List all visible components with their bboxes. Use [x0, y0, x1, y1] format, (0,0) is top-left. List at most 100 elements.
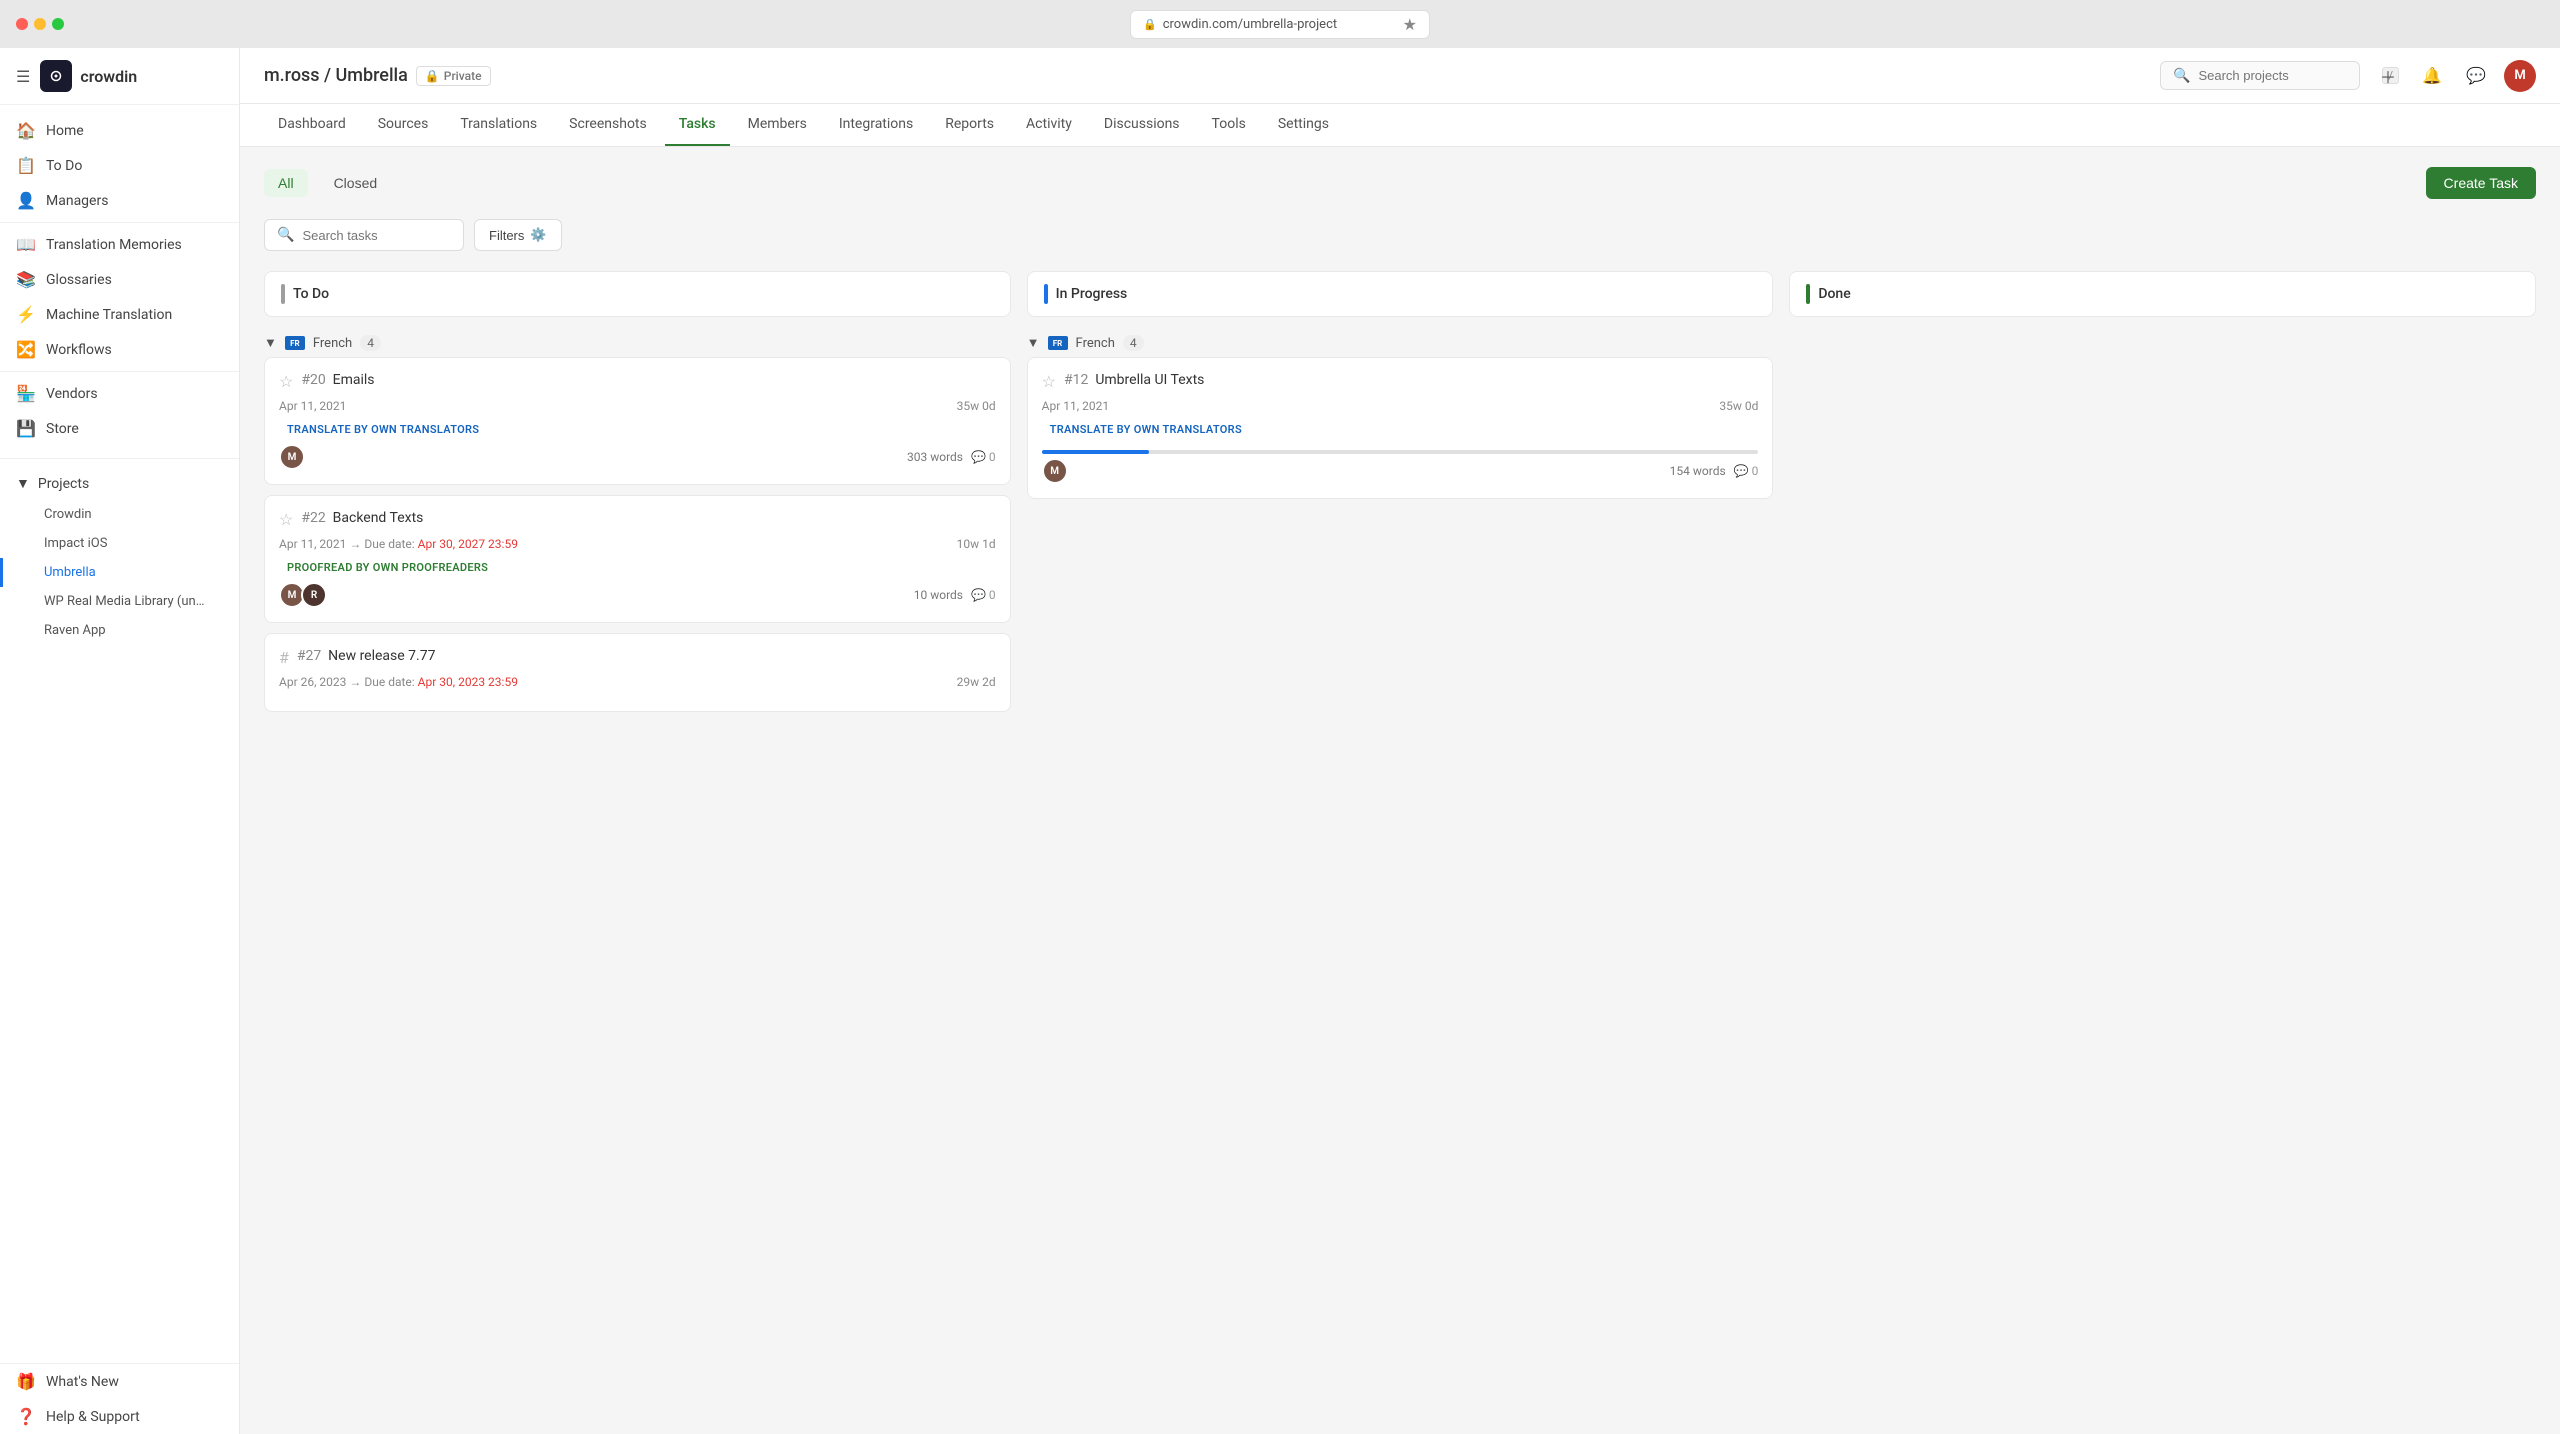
- task-27-num: #27: [297, 648, 321, 664]
- sidebar-item-store[interactable]: 💾 Store: [0, 411, 239, 446]
- workflows-icon: 🔀: [16, 340, 36, 359]
- task-12-header: ☆ #12 Umbrella UI Texts: [1042, 372, 1759, 391]
- task-12-star[interactable]: ☆: [1042, 372, 1056, 391]
- hamburger-menu[interactable]: ☰: [16, 67, 30, 86]
- tab-sources[interactable]: Sources: [364, 104, 443, 146]
- help-icon: ❓: [16, 1407, 36, 1426]
- tab-translations[interactable]: Translations: [446, 104, 551, 146]
- task-20-comments: 💬 0: [971, 450, 996, 464]
- sidebar-item-translation-memories[interactable]: 📖 Translation Memories: [0, 227, 239, 262]
- task-20-date: Apr 11, 2021: [279, 399, 346, 413]
- tasks-search-bar[interactable]: 🔍: [264, 219, 464, 251]
- assignee-avatar: M: [279, 444, 305, 470]
- sidebar-label-vendors: Vendors: [46, 386, 98, 402]
- tab-integrations[interactable]: Integrations: [825, 104, 927, 146]
- task-22-due-date: Apr 30, 2027 23:59: [418, 537, 518, 551]
- tab-discussions[interactable]: Discussions: [1090, 104, 1194, 146]
- project-search-input[interactable]: [2198, 68, 2374, 83]
- tab-dashboard[interactable]: Dashboard: [264, 104, 360, 146]
- notifications-icon[interactable]: 🔔: [2416, 60, 2448, 92]
- url-bar[interactable]: 🔒 crowdin.com/umbrella-project ★: [1130, 10, 1430, 39]
- french-group-toggle[interactable]: ▼ FR French 4: [264, 329, 1011, 357]
- maximize-button[interactable]: [52, 18, 64, 30]
- project-impact-ios[interactable]: Impact iOS: [0, 529, 239, 558]
- project-wp-real-media[interactable]: WP Real Media Library (un…: [0, 587, 239, 616]
- task-card-27[interactable]: # #27 New release 7.77 Apr 26, 2023 → Du…: [264, 633, 1011, 712]
- bookmark-icon[interactable]: ★: [1403, 15, 1417, 34]
- task-card-22[interactable]: ☆ #22 Backend Texts Apr 11, 2021 → Due d…: [264, 495, 1011, 623]
- filter-bar: All Closed Create Task: [264, 167, 2536, 199]
- filter-all-button[interactable]: All: [264, 169, 308, 197]
- task-22-duration: 10w 1d: [957, 537, 996, 551]
- store-icon: 💾: [16, 419, 36, 438]
- tab-members[interactable]: Members: [734, 104, 821, 146]
- projects-label: Projects: [38, 476, 89, 492]
- close-button[interactable]: [16, 18, 28, 30]
- task-22-comments: 💬 0: [971, 588, 996, 602]
- projects-divider: [0, 458, 239, 459]
- filters-label: Filters: [489, 228, 524, 243]
- column-in-progress-label: In Progress: [1056, 286, 1128, 302]
- sidebar-item-home[interactable]: 🏠 Home: [0, 113, 239, 148]
- project-crowdin[interactable]: Crowdin: [0, 500, 239, 529]
- sidebar-bottom: 🎁 What's New ❓ Help & Support: [0, 1363, 239, 1434]
- kanban-board: To Do ▼ FR French 4 ☆: [264, 271, 2536, 724]
- in-progress-indicator: [1044, 284, 1048, 304]
- task-20-footer: TRANSLATE BY OWN TRANSLATORS: [279, 421, 996, 444]
- task-card-12[interactable]: ☆ #12 Umbrella UI Texts Apr 11, 2021 35w…: [1027, 357, 1774, 499]
- task-22-assignees: M R: [279, 582, 327, 608]
- sidebar-item-glossaries[interactable]: 📚 Glossaries: [0, 262, 239, 297]
- project-umbrella[interactable]: Umbrella: [0, 558, 239, 587]
- whats-new-icon: 🎁: [16, 1372, 36, 1391]
- sidebar-header: ☰ crowdin: [0, 48, 239, 105]
- task-12-assignee: M: [1042, 458, 1068, 484]
- chevron-icon: ▼: [264, 335, 277, 351]
- sidebar-item-todo[interactable]: 📋 To Do: [0, 148, 239, 183]
- tab-reports[interactable]: Reports: [931, 104, 1008, 146]
- add-button[interactable]: ＋: [2372, 60, 2404, 92]
- french-progress-toggle[interactable]: ▼ FR French 4: [1027, 329, 1774, 357]
- filter-closed-button[interactable]: Closed: [320, 169, 392, 197]
- sidebar: ☰ crowdin 🏠 Home 📋 To Do: [0, 48, 240, 1434]
- user-avatar[interactable]: M: [2504, 60, 2536, 92]
- project-search-bar[interactable]: 🔍 /: [2160, 61, 2360, 90]
- tasks-search-icon: 🔍: [277, 227, 294, 243]
- projects-collapse[interactable]: ▼ Projects: [0, 467, 239, 500]
- sidebar-item-help-support[interactable]: ❓ Help & Support: [0, 1399, 239, 1434]
- minimize-button[interactable]: [34, 18, 46, 30]
- create-task-button[interactable]: Create Task: [2426, 167, 2536, 199]
- task-20-duration: 35w 0d: [957, 399, 996, 413]
- filter-icon: ⚙️: [530, 227, 546, 243]
- todo-indicator: [281, 284, 285, 304]
- sidebar-item-managers[interactable]: 👤 Managers: [0, 183, 239, 218]
- tab-screenshots[interactable]: Screenshots: [555, 104, 661, 146]
- tab-tools[interactable]: Tools: [1198, 104, 1260, 146]
- task-22-date: Apr 11, 2021 → Due date: Apr 30, 2027 23…: [279, 537, 518, 551]
- tab-navigation: Dashboard Sources Translations Screensho…: [240, 104, 2560, 147]
- task-22-badge: PROOFREAD BY OWN PROOFREADERS: [279, 559, 496, 576]
- task-12-badge: TRANSLATE BY OWN TRANSLATORS: [1042, 421, 1250, 438]
- project-raven-app[interactable]: Raven App: [0, 616, 239, 645]
- sidebar-item-machine-translation[interactable]: ⚡ Machine Translation: [0, 297, 239, 332]
- task-20-star[interactable]: ☆: [279, 372, 293, 391]
- language-group-french-todo: ▼ FR French 4 ☆ #20 Emails: [264, 329, 1011, 712]
- tab-activity[interactable]: Activity: [1012, 104, 1086, 146]
- sidebar-item-workflows[interactable]: 🔀 Workflows: [0, 332, 239, 367]
- column-todo-header: To Do: [264, 271, 1011, 317]
- brand[interactable]: crowdin: [40, 60, 137, 92]
- brand-logo: [40, 60, 72, 92]
- task-22-star[interactable]: ☆: [279, 510, 293, 529]
- tasks-search-input[interactable]: [302, 228, 478, 243]
- tab-tasks[interactable]: Tasks: [665, 104, 730, 146]
- sidebar-item-vendors[interactable]: 🏪 Vendors: [0, 376, 239, 411]
- sidebar-item-whats-new[interactable]: 🎁 What's New: [0, 1364, 239, 1399]
- task-card-20[interactable]: ☆ #20 Emails Apr 11, 2021 35w 0d: [264, 357, 1011, 485]
- task-27-title: #27 New release 7.77: [297, 648, 436, 664]
- task-22-header: ☆ #22 Backend Texts: [279, 510, 996, 529]
- task-20-badge: TRANSLATE BY OWN TRANSLATORS: [279, 421, 487, 438]
- task-20-assignees: M: [279, 444, 305, 470]
- tab-settings[interactable]: Settings: [1264, 104, 1343, 146]
- messages-icon[interactable]: 💬: [2460, 60, 2492, 92]
- task-27-star[interactable]: #: [279, 648, 289, 667]
- filters-button[interactable]: Filters ⚙️: [474, 219, 562, 251]
